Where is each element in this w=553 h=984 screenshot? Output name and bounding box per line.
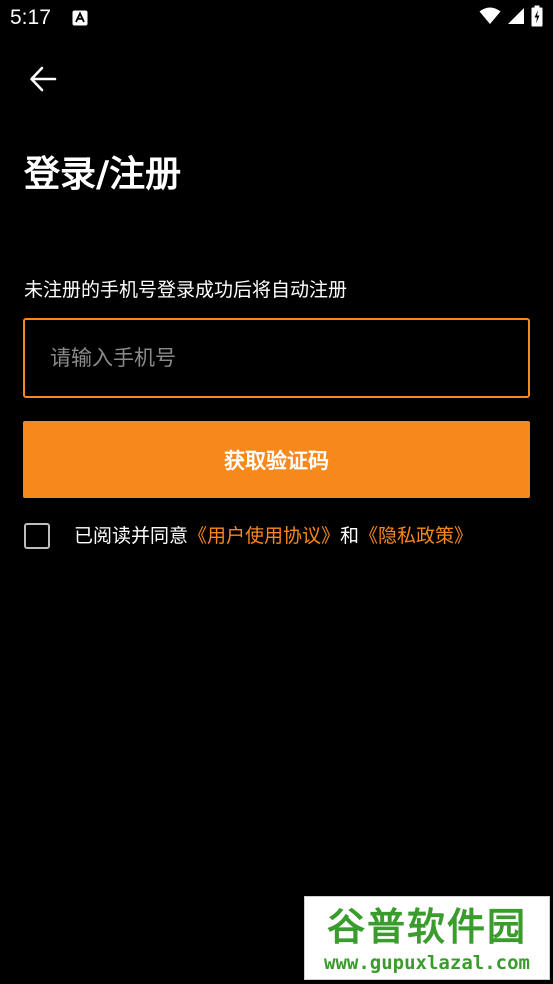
watermark-logo: 谷普软件园 www.gupuxlazal.com <box>304 896 550 980</box>
watermark-url: www.gupuxlazal.com <box>324 952 530 974</box>
auto-register-hint: 未注册的手机号登录成功后将自动注册 <box>24 279 348 301</box>
agreement-prefix: 已阅读并同意 <box>74 525 189 547</box>
signal-icon <box>507 7 525 29</box>
user-agreement-link[interactable]: 《用户使用协议》 <box>188 525 340 547</box>
agreement-conjunction: 和 <box>340 525 360 547</box>
battery-charging-icon <box>531 5 543 31</box>
watermark-title: 谷普软件园 <box>326 905 527 949</box>
phone-input-container <box>23 318 530 398</box>
page-title: 登录/注册 <box>24 154 182 195</box>
agreement-checkbox[interactable] <box>24 523 50 549</box>
arrow-left-icon <box>29 65 57 97</box>
status-time: 5:17 <box>10 6 51 29</box>
notification-a-icon <box>72 10 88 26</box>
phone-input[interactable] <box>25 320 528 396</box>
privacy-policy-link[interactable]: 《隐私政策》 <box>359 525 473 547</box>
status-icons <box>479 5 543 31</box>
wifi-icon <box>479 7 501 29</box>
back-button[interactable] <box>22 60 64 102</box>
status-bar: 5:17 <box>0 0 553 38</box>
get-verification-code-button[interactable]: 获取验证码 <box>23 421 530 498</box>
agreement-text: 已阅读并同意《用户使用协议》和《隐私政策》 <box>74 523 473 549</box>
